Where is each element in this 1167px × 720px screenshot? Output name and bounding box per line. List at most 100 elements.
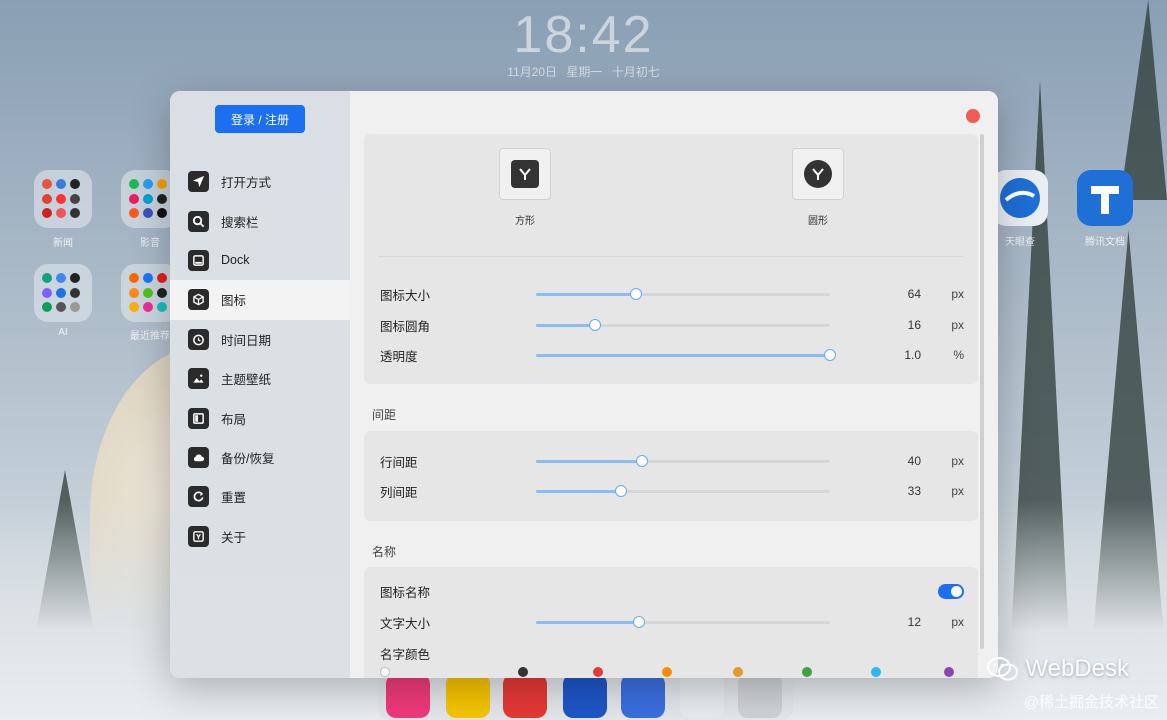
show-name-label: 图标名称 bbox=[380, 585, 431, 600]
nav-item-open-mode[interactable]: 打开方式 bbox=[170, 162, 350, 201]
dock-app-6[interactable] bbox=[680, 674, 724, 718]
nav-item-label: 打开方式 bbox=[221, 176, 272, 191]
col-gap-unit: px bbox=[951, 484, 964, 498]
nav-item-backup[interactable]: 备份/恢复 bbox=[170, 438, 350, 477]
nav-item-datetime[interactable]: 时间日期 bbox=[170, 320, 350, 359]
scrollbar[interactable] bbox=[980, 134, 984, 649]
cube-icon bbox=[188, 289, 209, 311]
folder-ai-label: AI bbox=[58, 327, 68, 338]
name-card: 图标名称 文字大小 12 px 名字颜色 bbox=[364, 567, 978, 678]
shape-square-label: 方形 bbox=[515, 216, 535, 227]
row-gap-label: 行间距 bbox=[380, 455, 418, 470]
nav-item-reset[interactable]: 重置 bbox=[170, 477, 350, 516]
icon-settings-card: 方形 圆形 图标大小 64 px 图标圆角 16 px 透明度 1.0 % bbox=[364, 134, 978, 384]
tianyancha-icon bbox=[1000, 178, 1040, 218]
lock-date: 11月20日 星期一 十月初七 bbox=[507, 65, 660, 79]
font-size-unit: px bbox=[951, 615, 964, 629]
name-color-swatch[interactable] bbox=[944, 667, 954, 677]
nav-item-wallpaper[interactable]: 主题壁纸 bbox=[170, 359, 350, 398]
watermark-credit: @稀土掘金技术社区 bbox=[1023, 694, 1159, 711]
row-gap-slider[interactable] bbox=[536, 454, 830, 467]
slider-thumb[interactable] bbox=[629, 287, 642, 300]
name-section-title: 名称 bbox=[372, 545, 397, 559]
opacity-slider[interactable] bbox=[536, 348, 836, 361]
spacing-section-title: 间距 bbox=[372, 408, 397, 422]
dock-icon bbox=[188, 249, 209, 271]
app-tencent-docs-label: 腾讯文档 bbox=[1085, 237, 1125, 248]
lock-clock: 18:42 bbox=[513, 6, 654, 64]
icon-radius-slider[interactable] bbox=[536, 318, 830, 331]
clock-icon bbox=[188, 328, 209, 350]
slider-fill bbox=[536, 459, 642, 463]
opacity-row: 透明度 1.0 % bbox=[380, 345, 966, 365]
image-icon bbox=[188, 368, 209, 390]
tencent-docs-icon bbox=[1091, 186, 1119, 214]
slider-thumb[interactable] bbox=[588, 318, 601, 331]
spacing-card: 行间距 40 px 列间距 33 px bbox=[364, 431, 978, 521]
icon-radius-row: 图标圆角 16 px bbox=[380, 315, 966, 335]
slider-thumb[interactable] bbox=[615, 484, 628, 497]
name-color-swatch[interactable] bbox=[802, 667, 812, 677]
folder-ai[interactable] bbox=[34, 264, 92, 322]
settings-nav: 打开方式 搜索栏 Dock 图标 时间日期 主题壁纸 布局 备份/恢复 重置 关… bbox=[170, 162, 350, 556]
slider-thumb[interactable] bbox=[635, 454, 648, 467]
slider-thumb[interactable] bbox=[824, 348, 836, 361]
name-color-label: 名字颜色 bbox=[380, 647, 431, 662]
settings-sidebar: 登录 / 注册 打开方式 搜索栏 Dock 图标 时间日期 主题壁纸 布局 备份… bbox=[170, 91, 350, 678]
icon-size-slider[interactable] bbox=[536, 287, 830, 300]
shape-square-option[interactable] bbox=[499, 148, 551, 200]
nav-item-label: 备份/恢复 bbox=[221, 451, 275, 466]
show-name-toggle[interactable] bbox=[938, 584, 964, 599]
name-color-swatches bbox=[364, 667, 978, 678]
slider-thumb[interactable] bbox=[632, 615, 645, 628]
slider-fill bbox=[536, 292, 636, 296]
nav-item-label: 搜索栏 bbox=[221, 215, 259, 230]
nav-item-layout[interactable]: 布局 bbox=[170, 398, 350, 437]
nav-item-about[interactable]: 关于 bbox=[170, 517, 350, 556]
nav-item-icon[interactable]: 图标 bbox=[170, 280, 350, 320]
nav-item-dock[interactable]: Dock bbox=[170, 241, 350, 280]
row-gap-row: 行间距 40 px bbox=[380, 451, 966, 471]
font-size-label: 文字大小 bbox=[380, 616, 431, 631]
name-color-swatch[interactable] bbox=[871, 667, 881, 677]
name-color-swatch[interactable] bbox=[662, 667, 672, 677]
layout-icon bbox=[188, 407, 209, 429]
nav-item-search-bar[interactable]: 搜索栏 bbox=[170, 201, 350, 240]
show-name-row: 图标名称 bbox=[380, 581, 966, 601]
webdesk-watermark: WebDesk bbox=[987, 655, 1129, 683]
nav-item-label: 关于 bbox=[221, 530, 247, 545]
close-button[interactable] bbox=[966, 109, 980, 123]
font-size-value: 12 bbox=[907, 615, 921, 629]
name-color-row: 名字颜色 bbox=[380, 643, 966, 663]
folder-news[interactable] bbox=[34, 170, 92, 228]
icon-radius-unit: px bbox=[951, 318, 964, 332]
dock-app-5[interactable] bbox=[621, 674, 665, 718]
shape-circle-option[interactable] bbox=[792, 148, 844, 200]
col-gap-slider[interactable] bbox=[536, 484, 830, 497]
nav-item-label: 重置 bbox=[221, 491, 247, 506]
name-color-swatch[interactable] bbox=[733, 667, 743, 677]
login-register-button[interactable]: 登录 / 注册 bbox=[215, 105, 305, 133]
dock-app-1[interactable] bbox=[386, 674, 430, 718]
dock-app-3[interactable] bbox=[503, 674, 547, 718]
settings-window: 登录 / 注册 打开方式 搜索栏 Dock 图标 时间日期 主题壁纸 布局 备份… bbox=[170, 91, 998, 678]
font-size-slider[interactable] bbox=[536, 615, 830, 628]
about-icon bbox=[188, 525, 209, 547]
search-icon bbox=[188, 210, 209, 232]
app-tianyancha[interactable] bbox=[992, 170, 1048, 226]
col-gap-row: 列间距 33 px bbox=[380, 481, 966, 501]
col-gap-value: 33 bbox=[907, 484, 921, 498]
name-color-swatch[interactable] bbox=[518, 667, 528, 677]
name-color-swatch[interactable] bbox=[380, 667, 390, 677]
dock-app-2[interactable] bbox=[446, 674, 490, 718]
name-color-swatch[interactable] bbox=[593, 667, 603, 677]
icon-size-label: 图标大小 bbox=[380, 288, 431, 303]
shape-circle-label: 圆形 bbox=[808, 216, 828, 227]
dock-app-7[interactable] bbox=[738, 674, 782, 718]
app-tencent-docs[interactable] bbox=[1077, 170, 1133, 226]
nav-item-label: 主题壁纸 bbox=[221, 373, 272, 388]
dock-app-4[interactable] bbox=[563, 674, 607, 718]
send-icon bbox=[188, 171, 209, 193]
icon-card-divider bbox=[378, 256, 964, 257]
opacity-label: 透明度 bbox=[380, 349, 418, 364]
